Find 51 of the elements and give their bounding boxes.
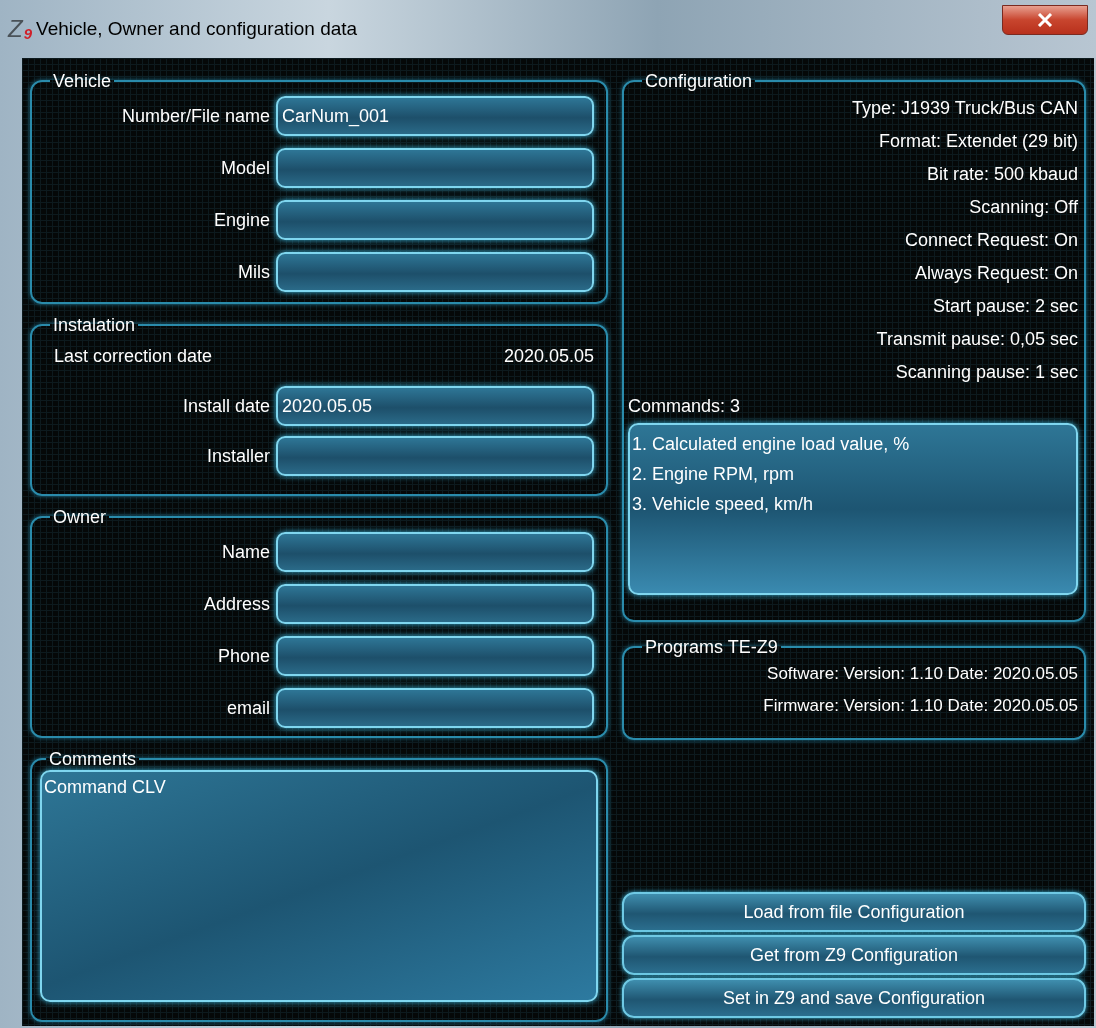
input-field[interactable] (276, 148, 594, 188)
date-value: 2020.05.05 (503, 344, 594, 368)
comments-field[interactable]: Command CLV (40, 770, 598, 1002)
commands-count: Commands: 3 (628, 395, 742, 418)
version-line: Software: Version: 1.10 Date: 2020.05.05 (767, 663, 1078, 685)
field-label: Address (202, 592, 270, 616)
action-button[interactable]: Load from file Configuration (622, 892, 1086, 932)
field-label: Name (221, 540, 270, 564)
window-title: Vehicle, Owner and configuration data (36, 16, 358, 41)
field-label: Installer (205, 444, 270, 468)
field-label: Engine (212, 208, 270, 232)
field-label: Install date (181, 394, 270, 418)
group-title: Owner (52, 506, 107, 528)
config-line: Transmit pause: 0,05 sec (876, 328, 1078, 351)
config-line: Start pause: 2 sec (932, 295, 1078, 318)
command-item[interactable]: 3. Vehicle speed, km/h (632, 489, 814, 519)
field-label: Number/File name (120, 104, 270, 128)
config-line: Bit rate: 500 kbaud (926, 163, 1078, 186)
app-logo: Z9 (8, 17, 32, 41)
input-field[interactable] (276, 636, 594, 676)
input-field[interactable] (276, 584, 594, 624)
group-title: Configuration (644, 70, 754, 92)
input-field[interactable]: 2020.05.05 (276, 386, 594, 426)
action-button[interactable]: Get from Z9 Configuration (622, 935, 1086, 975)
version-line: Firmware: Version: 1.10 Date: 2020.05.05 (763, 695, 1078, 717)
close-button[interactable] (1002, 5, 1088, 35)
group-title: Instalation (52, 314, 137, 336)
group-title: Programs TE-Z9 (644, 636, 779, 658)
config-line: Format: Extendet (29 bit) (878, 130, 1078, 153)
input-field[interactable] (276, 436, 594, 476)
config-line: Scanning: Off (969, 196, 1078, 219)
config-line: Connect Request: On (904, 229, 1078, 252)
field-label: Last correction date (54, 344, 213, 368)
group-title: Vehicle (52, 70, 113, 92)
field-label: Model (219, 156, 270, 180)
input-field[interactable] (276, 532, 594, 572)
config-line: Always Request: On (914, 262, 1078, 285)
input-field[interactable] (276, 688, 594, 728)
field-label: Phone (216, 644, 270, 668)
config-line: Type: J1939 Truck/Bus CAN (851, 97, 1078, 120)
config-line: Scanning pause: 1 sec (895, 361, 1078, 384)
close-icon (1037, 13, 1053, 27)
command-item[interactable]: 2. Engine RPM, rpm (632, 459, 795, 489)
input-field[interactable]: CarNum_001 (276, 96, 594, 136)
input-field[interactable] (276, 200, 594, 240)
action-button[interactable]: Set in Z9 and save Configuration (622, 978, 1086, 1018)
command-item[interactable]: 1. Calculated engine load value, % (632, 429, 910, 459)
group-title: Comments (48, 748, 138, 770)
field-label: email (226, 696, 270, 720)
input-field[interactable] (276, 252, 594, 292)
field-label: Mils (237, 260, 270, 284)
